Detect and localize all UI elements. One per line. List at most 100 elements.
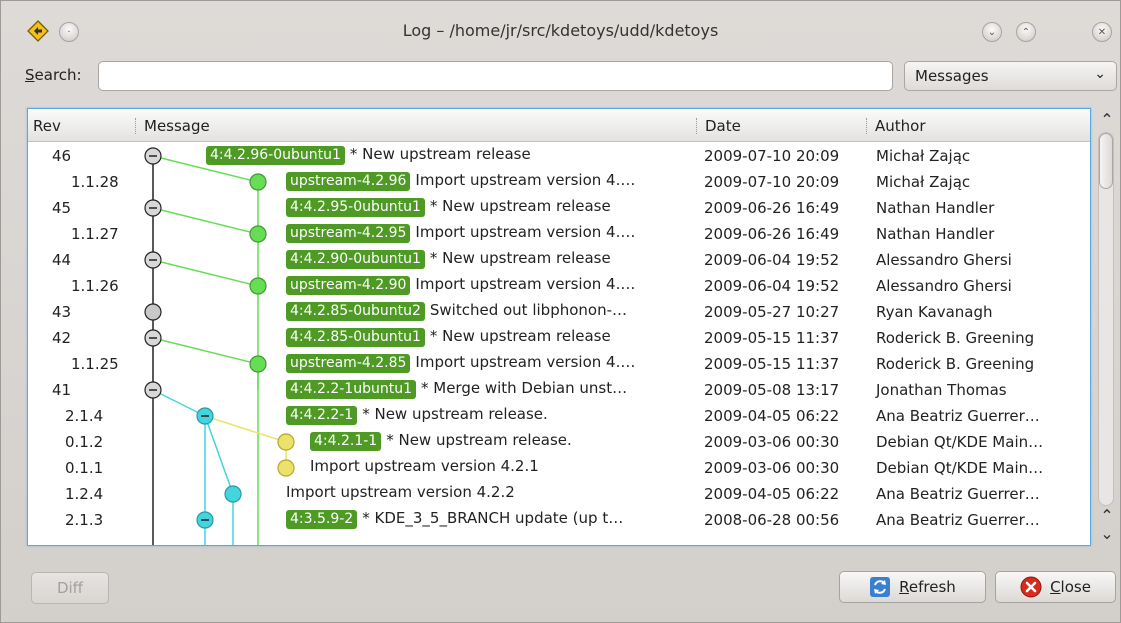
row-message: 4:4.2.1-1 * New upstream release. [310,431,572,451]
tag-badge: 4:4.2.85-0ubuntu2 [286,302,425,321]
row-message-text: Import upstream version 4.2.2 [286,483,515,501]
table-row[interactable]: 41 4:4.2.2-1ubuntu1 * Merge with Debian un… [28,377,1090,403]
column-message[interactable]: Message [144,117,210,135]
row-message-text: Import upstream version 4.… [415,171,636,189]
column-author[interactable]: Author [875,117,926,135]
row-rev: 1.1.25 [71,355,119,373]
refresh-label: Refresh [899,578,956,596]
row-author: Michał Zając [876,147,971,165]
row-rev: 0.1.1 [65,459,104,477]
row-message-text: * New upstream release [429,249,611,267]
row-message: upstream-4.2.96 Import upstream version 4… [286,171,635,191]
row-author: Ryan Kavanagh [876,303,993,321]
row-author: Debian Qt/KDE Main… [876,433,1044,451]
table-row[interactable]: 1.1.27 upstream-4.2.95 Import upstream ver… [28,221,1090,247]
row-rev: 46 [52,147,72,165]
row-date: 2009-05-15 11:37 [704,355,840,373]
tag-badge: upstream-4.2.95 [286,224,411,243]
log-table[interactable]: Rev Message Date Author 46 4:4.2.96-0ubun… [27,108,1091,546]
close-circle-icon [1020,576,1042,598]
close-button[interactable]: Close [995,571,1116,603]
row-author: Roderick B. Greening [876,329,1035,347]
column-separator[interactable] [696,118,697,134]
tag-badge: 4:4.2.90-0ubuntu1 [286,250,425,269]
search-scope-select[interactable]: Messages ⌄ [904,61,1117,91]
row-message: upstream-4.2.95 Import upstream version 4… [286,223,635,243]
row-author: Jonathan Thomas [876,381,1007,399]
row-message-text: * New upstream release [349,145,531,163]
table-row[interactable]: 43 4:4.2.85-0ubuntu2 Switched out libphono… [28,299,1090,325]
table-row[interactable]: 45 4:4.2.95-0ubuntu1 * New upstream releas… [28,195,1090,221]
row-rev: 42 [52,329,72,347]
table-body: 46 4:4.2.96-0ubuntu1 * New upstream releas… [28,143,1090,545]
table-row[interactable]: 0.1.2 4:4.2.1-1 * New upstream release. 200… [28,429,1090,455]
row-message-text: * KDE_3_5_BRANCH update (up t… [362,509,624,527]
row-rev: 0.1.2 [65,433,104,451]
scroll-down-icon[interactable]: ⌄ [1097,524,1117,543]
row-rev: 1.2.4 [65,485,104,503]
scroll-up-small-icon[interactable]: ⌃ [1097,506,1117,525]
maximize-icon[interactable]: ⌃ [1016,22,1036,42]
row-rev: 2.1.3 [65,511,104,529]
tag-badge: 4:4.2.2-1 [286,406,358,425]
column-separator[interactable] [866,118,867,134]
row-author: Debian Qt/KDE Main… [876,459,1044,477]
scroll-up-icon[interactable]: ⌃ [1097,110,1117,129]
row-message: 4:4.2.95-0ubuntu1 * New upstream release [286,197,611,217]
row-date: 2009-06-26 16:49 [704,225,840,243]
close-window-icon[interactable]: ✕ [1092,22,1112,42]
minimize-icon[interactable]: ⌄ [982,22,1002,42]
row-message: upstream-4.2.85 Import upstream version 4… [286,353,635,373]
table-row[interactable]: 46 4:4.2.96-0ubuntu1 * New upstream releas… [28,143,1090,169]
tag-badge: upstream-4.2.96 [286,172,411,191]
row-message: 4:4.2.85-0ubuntu2 Switched out libphonon-… [286,301,627,321]
row-message-text: * New upstream release. [386,431,572,449]
row-date: 2009-06-04 19:52 [704,277,840,295]
row-rev: 43 [52,303,72,321]
tag-badge: 4:4.2.1-1 [310,432,382,451]
row-author: Alessandro Ghersi [876,251,1012,269]
chevron-down-icon: ⌄ [1094,66,1106,82]
row-date: 2008-06-28 00:56 [704,511,840,529]
column-separator[interactable] [135,118,136,134]
table-row[interactable]: 1.1.25 upstream-4.2.85 Import upstream ver… [28,351,1090,377]
table-row[interactable]: 1.2.4 Import upstream version 4.2.2 2009-0… [28,481,1090,507]
row-rev: 1.1.27 [71,225,119,243]
row-rev: 41 [52,381,72,399]
row-message-text: Import upstream version 4.… [415,223,636,241]
table-row[interactable]: 44 4:4.2.90-0ubuntu1 * New upstream releas… [28,247,1090,273]
search-input[interactable] [98,61,893,91]
search-scope-value: Messages [915,67,989,85]
diff-button[interactable]: Diff [31,572,109,604]
table-row[interactable]: 42 4:4.2.85-0ubuntu1 * New upstream releas… [28,325,1090,351]
more-indicator: … [548,540,559,545]
tag-badge: 4:4.2.85-0ubuntu1 [286,328,425,347]
row-rev: 1.1.28 [71,173,119,191]
row-date: 2009-05-15 11:37 [704,329,840,347]
row-message: 4:4.2.85-0ubuntu1 * New upstream release [286,327,611,347]
column-rev[interactable]: Rev [33,117,61,135]
column-date[interactable]: Date [705,117,741,135]
table-row[interactable]: 1.1.26 upstream-4.2.90 Import upstream ver… [28,273,1090,299]
refresh-button[interactable]: Refresh [839,571,986,603]
table-row[interactable]: 0.1.1 Import upstream version 4.2.1 2009-0… [28,455,1090,481]
table-header: Rev Message Date Author [28,109,1090,142]
row-message-text: * New upstream release. [362,405,548,423]
table-row[interactable]: 2.1.3 4:3.5.9-2 * KDE_3_5_BRANCH update (u… [28,507,1090,533]
row-date: 2009-07-10 20:09 [704,147,840,165]
vertical-scrollbar[interactable]: ⌃ ⌃ ⌄ [1095,108,1119,546]
refresh-icon [870,577,891,597]
scroll-thumb[interactable] [1099,133,1113,189]
row-message: 4:4.2.90-0ubuntu1 * New upstream release [286,249,611,269]
tag-badge: upstream-4.2.85 [286,354,411,373]
row-message-text: Switched out libphonon-… [429,301,627,319]
row-author: Ana Beatriz Guerrer… [876,511,1040,529]
row-message-text: * New upstream release [429,327,611,345]
row-date: 2009-06-04 19:52 [704,251,840,269]
scroll-track[interactable] [1098,132,1114,506]
table-row[interactable]: 2.1.4 4:4.2.2-1 * New upstream release. 200… [28,403,1090,429]
row-rev: 1.1.26 [71,277,119,295]
table-row[interactable]: 1.1.28 upstream-4.2.96 Import upstream ver… [28,169,1090,195]
row-author: Ana Beatriz Guerrer… [876,485,1040,503]
title-bar[interactable]: · Log – /home/jr/src/kdetoys/udd/kdetoys… [1,1,1120,56]
